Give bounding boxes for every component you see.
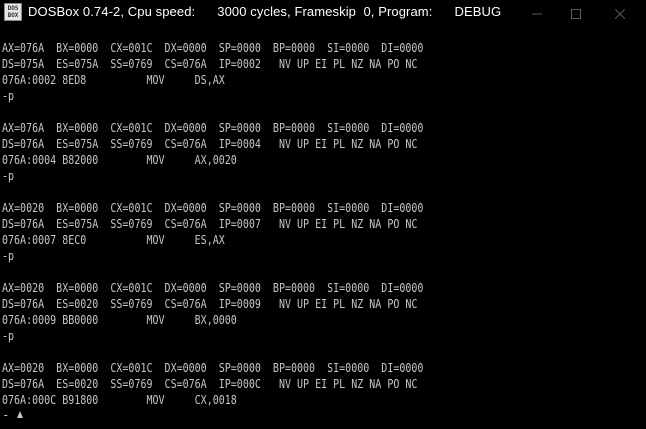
dosbox-app-icon[interactable]: DOS BOX (4, 3, 22, 21)
console-line: DS=075A ES=075A SS=0769 CS=076A IP=0002 … (2, 56, 418, 71)
title-bar[interactable]: DOS BOX DOSBox 0.74-2, Cpu speed: 3000 cy… (0, 0, 646, 25)
maximize-icon (571, 8, 581, 19)
console-line: 076A:0009 BB0000 MOV BX,0000 (2, 312, 237, 327)
window-title: DOSBox 0.74-2, Cpu speed: 3000 cycles, Fr… (28, 4, 501, 19)
console-output[interactable]: AX=076A BX=0000 CX=001C DX=0000 SP=0000 … (2, 40, 516, 429)
console-line: -p (2, 168, 15, 183)
console-line: 076A:0002 8ED8 MOV DS,AX (2, 72, 225, 87)
minimize-icon (532, 13, 542, 15)
console-line: 076A:0004 B82000 MOV AX,0020 (2, 152, 237, 167)
close-icon (614, 8, 626, 19)
console-line: -p (2, 328, 15, 343)
console-line: DS=076A ES=075A SS=0769 CS=076A IP=0004 … (2, 136, 418, 151)
console-line: DS=076A ES=0020 SS=0769 CS=076A IP=000C … (2, 376, 418, 391)
console-line: AX=0020 BX=0000 CX=001C DX=0000 SP=0000 … (2, 280, 424, 295)
console-line: AX=076A BX=0000 CX=001C DX=0000 SP=0000 … (2, 120, 424, 135)
console-line: -p (2, 248, 15, 263)
dosbox-window: DOS BOX DOSBox 0.74-2, Cpu speed: 3000 cy… (0, 0, 646, 429)
console-line: -p (2, 88, 15, 103)
title-cycles: 3000 cycles, Frameskip 0, Program: (217, 4, 433, 19)
console-line: AX=076A BX=0000 CX=001C DX=0000 SP=0000 … (2, 40, 424, 55)
console-line: AX=0020 BX=0000 CX=001C DX=0000 SP=0000 … (2, 360, 424, 375)
minimize-button[interactable] (517, 0, 557, 25)
title-app-speed: DOSBox 0.74-2, Cpu speed: (28, 4, 196, 19)
console-line: 076A:0007 8EC0 MOV ES,AX (2, 232, 225, 247)
console-line: DS=076A ES=075A SS=0769 CS=076A IP=0007 … (2, 216, 418, 231)
title-program: DEBUG (454, 4, 502, 19)
close-button[interactable] (600, 0, 640, 25)
command-prompt[interactable]: - (2, 407, 10, 423)
console-line: 076A:000C B91800 MOV CX,0018 (2, 392, 237, 407)
console-line: AX=0020 BX=0000 CX=001C DX=0000 SP=0000 … (2, 200, 424, 215)
console-line: DS=076A ES=0020 SS=0769 CS=076A IP=0009 … (2, 296, 418, 311)
text-cursor (17, 411, 23, 418)
maximize-button[interactable] (556, 0, 596, 25)
